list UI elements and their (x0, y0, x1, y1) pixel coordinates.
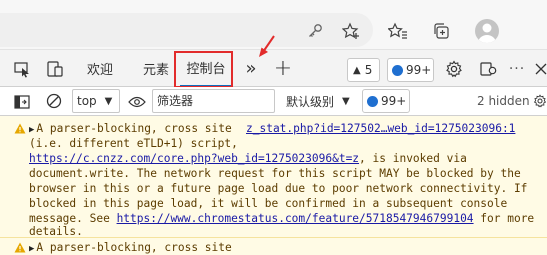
hidden-messages-label: 2 hidden (477, 94, 530, 108)
warnings-counter[interactable]: ▲ 5 (347, 58, 380, 82)
message-line-4: document.write. The network request for … (29, 166, 521, 181)
tab-elements[interactable]: 元素 (134, 50, 178, 87)
message-line-5: browser in this or a future page load du… (29, 181, 527, 196)
chevron-down-icon: ▼ (342, 95, 350, 107)
message-line-7: message. See https://www.chromestatus.co… (29, 211, 534, 226)
message-2-text-1: A parser-blocking, cross site (36, 241, 232, 254)
message-text-8: details. (29, 225, 83, 238)
console-warning-message-2[interactable]: ▶ A parser-blocking, cross site (0, 238, 547, 255)
context-selector-label: top (77, 94, 97, 108)
log-level-dropdown[interactable]: 默认级别 ▼ (286, 92, 350, 110)
inspect-element-icon[interactable] (12, 59, 32, 79)
add-favorite-icon[interactable] (340, 21, 362, 41)
issues-count: 99+ (406, 63, 432, 77)
message-text-3: , is invoked via (359, 152, 467, 165)
key-icon[interactable] (305, 22, 325, 40)
warnings-count: 5 (364, 63, 373, 77)
toggle-sidebar-icon[interactable] (13, 93, 31, 111)
console-issues-counter[interactable]: 99+ (362, 89, 410, 113)
close-devtools-icon[interactable] (535, 59, 547, 79)
expand-triangle-icon[interactable]: ▶ (29, 244, 34, 254)
message-text-4: document.write. The network request for … (29, 167, 521, 180)
profile-avatar-icon[interactable] (475, 19, 499, 43)
message-text-6: blocked in this page load, it will be co… (29, 197, 508, 210)
customize-icon[interactable] (478, 59, 498, 79)
annotation-arrow-icon (259, 35, 275, 57)
tab-elements-label: 元素 (142, 63, 169, 78)
console-issues-count: 99+ (381, 94, 407, 108)
settings-gear-icon[interactable] (444, 59, 464, 79)
warning-triangle-icon: ▲ (353, 64, 361, 76)
filter-input[interactable] (152, 89, 275, 113)
issues-icon (392, 64, 403, 76)
context-selector[interactable]: top ▼ (72, 89, 120, 113)
message-text-2: (i.e. different eTLD+1) script, (29, 137, 238, 150)
message-text-1: A parser-blocking, cross site (36, 122, 232, 135)
message-2-line-1[interactable]: ▶ A parser-blocking, cross site (29, 240, 232, 255)
message-text-7b: for more (473, 212, 535, 225)
tab-welcome-label: 欢迎 (86, 63, 113, 78)
message-source-link[interactable]: z_stat.php?id=127502…web_id=1275023096:1 (246, 122, 515, 135)
chromestatus-link[interactable]: https://www.chromestatus.com/feature/571… (117, 212, 474, 225)
message-line-8: details. (29, 224, 83, 239)
chevron-down-icon: ▼ (104, 95, 113, 107)
more-tabs-label: » (245, 58, 257, 79)
tab-welcome[interactable]: 欢迎 (78, 50, 122, 87)
warning-icon (14, 123, 26, 134)
expand-triangle-icon[interactable]: ▶ (29, 125, 34, 135)
message-line-3: https://c.cnzz.com/core.php?web_id=12750… (29, 151, 467, 166)
message-line-6: blocked in this page load, it will be co… (29, 196, 507, 211)
message-text-5: browser in this or a future page load du… (29, 182, 528, 195)
eye-icon[interactable] (128, 93, 146, 111)
log-level-label: 默认级别 (286, 94, 335, 109)
collections-icon[interactable] (430, 20, 452, 42)
script-url-link[interactable]: https://c.cnzz.com/core.php?web_id=12750… (29, 152, 359, 165)
device-emulation-icon[interactable] (45, 59, 65, 79)
issues-icon (367, 95, 378, 107)
issues-counter[interactable]: 99+ (387, 58, 434, 82)
hidden-messages-count: 2 hidden (477, 93, 530, 109)
clear-console-icon[interactable] (45, 92, 63, 110)
message-line-2: (i.e. different eTLD+1) script, (29, 136, 238, 151)
more-options-icon[interactable]: ··· (508, 61, 526, 77)
console-tab-highlight (174, 51, 233, 88)
warning-icon (14, 242, 26, 253)
favorites-icon[interactable] (387, 21, 409, 41)
console-settings-gear-icon[interactable] (533, 92, 547, 110)
